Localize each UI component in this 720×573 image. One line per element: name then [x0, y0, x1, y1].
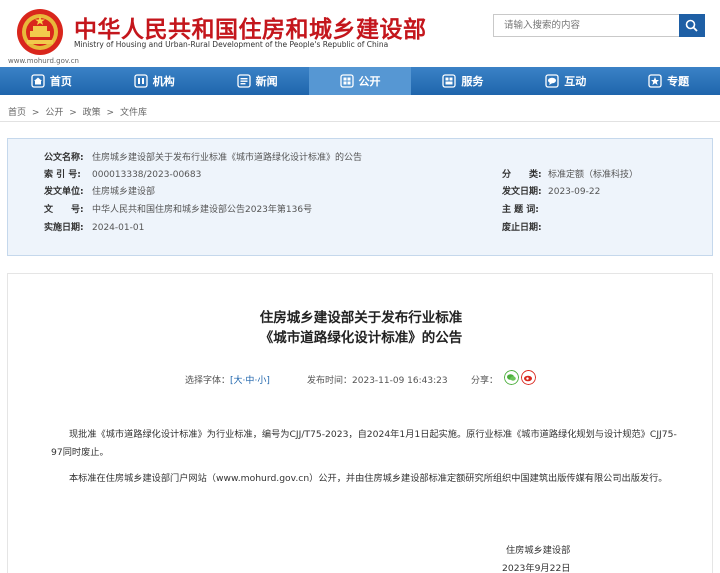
- font-small-link[interactable]: 小: [257, 376, 266, 386]
- nav-label-news: 新闻: [255, 75, 278, 88]
- publish-label: 发布时间：: [307, 376, 353, 386]
- breadcrumb-home[interactable]: 首页: [8, 108, 26, 118]
- info-date-row: 发文日期: 2023-09-22: [502, 184, 600, 197]
- font-size-selector: 选择字体：[大·中·小]: [185, 373, 270, 386]
- info-subject-label: 主 题 词:: [502, 205, 539, 215]
- info-category-label: 分 类:: [502, 170, 542, 180]
- info-effective-label: 实施日期:: [44, 223, 84, 233]
- nav-label-service: 服务: [461, 75, 484, 88]
- font-large-link[interactable]: 大: [234, 376, 243, 386]
- font-size-label: 选择字体：: [185, 376, 231, 386]
- search-icon: [685, 19, 698, 32]
- nav-item-organization[interactable]: 机构: [103, 67, 206, 95]
- service-icon: [442, 74, 457, 88]
- site-url: www.mohurd.gov.cn: [8, 57, 79, 65]
- info-index-label: 索 引 号:: [44, 170, 81, 180]
- info-index-value: 000013338/2023-00683: [92, 170, 202, 180]
- info-issuer-row: 发文单位: 住房城乡建设部: [44, 184, 155, 197]
- document-info-panel: 公文名称: 住房城乡建设部关于发布行业标准《城市道路绿化设计标准》的公告 索 引 …: [7, 138, 713, 256]
- wechat-icon[interactable]: [504, 370, 519, 385]
- breadcrumb-separator: >: [69, 108, 77, 118]
- info-title-label: 公文名称:: [44, 153, 84, 163]
- topic-icon: [648, 74, 662, 88]
- info-title-value: 住房城乡建设部关于发布行业标准《城市道路绿化设计标准》的公告: [92, 153, 363, 163]
- article-signature: 住房城乡建设部: [506, 545, 571, 556]
- breadcrumb: 首页 > 公开 > 政策 > 文件库: [8, 105, 150, 118]
- info-index-row: 索 引 号: 000013338/2023-00683: [44, 167, 201, 180]
- article-paragraph-1: 现批准《城市道路绿化设计标准》为行业标准，编号为CJJ/T75-2023，自20…: [51, 429, 677, 458]
- info-category-row: 分 类: 标准定额（标准科技）: [502, 167, 638, 180]
- search-button[interactable]: [679, 14, 705, 37]
- info-docno-value: 中华人民共和国住房和城乡建设部公告2023年第136号: [92, 205, 313, 215]
- info-repeal-row: 废止日期:: [502, 220, 548, 233]
- article-panel: 住房城乡建设部关于发布行业标准 《城市道路绿化设计标准》的公告 选择字体：[大·…: [7, 273, 713, 573]
- info-subject-row: 主 题 词:: [502, 202, 548, 215]
- article-sign-date: 2023年9月22日: [502, 563, 571, 573]
- breadcrumb-disclosure[interactable]: 公开: [45, 108, 63, 118]
- article-title-line2: 《城市道路绿化设计标准》的公告: [259, 330, 463, 346]
- nav-label-home: 首页: [49, 75, 72, 88]
- publish-info: 发布时间：2023-11-09 16:43:23: [307, 373, 448, 386]
- nav-item-interaction[interactable]: 互动: [514, 67, 617, 95]
- info-effective-row: 实施日期: 2024-01-01: [44, 220, 144, 233]
- info-effective-value: 2024-01-01: [92, 223, 145, 233]
- article-title-line1: 住房城乡建设部关于发布行业标准: [259, 310, 463, 326]
- main-nav: 首页 机构 新闻 公开 服务 互动 专题: [0, 67, 720, 95]
- weibo-icon[interactable]: [521, 370, 536, 385]
- article-paragraph-2: 本标准在住房城乡建设部门户网站（www.mohurd.gov.cn）公开，并由住…: [69, 473, 668, 484]
- info-date-value: 2023-09-22: [548, 187, 601, 197]
- info-docno-row: 文 号: 中华人民共和国住房和城乡建设部公告2023年第136号: [44, 202, 312, 215]
- nav-label-interaction: 互动: [564, 75, 587, 88]
- nav-item-service[interactable]: 服务: [411, 67, 514, 95]
- interaction-icon: [545, 74, 559, 88]
- nav-label-organization: 机构: [152, 75, 175, 88]
- divider: [0, 121, 720, 122]
- font-bracket-close: ]: [266, 376, 270, 386]
- news-icon: [236, 74, 251, 88]
- nav-label-disclosure: 公开: [358, 75, 381, 88]
- breadcrumb-separator: >: [31, 108, 40, 118]
- national-emblem-icon: [17, 9, 63, 55]
- info-issuer-label: 发文单位:: [44, 187, 84, 197]
- nav-item-topic[interactable]: 专题: [617, 67, 720, 95]
- share-label: 分享：: [471, 376, 499, 386]
- info-docno-label: 文 号:: [44, 205, 84, 215]
- info-category-value: 标准定额（标准科技）: [548, 170, 639, 180]
- info-issuer-value: 住房城乡建设部: [92, 187, 156, 197]
- info-date-label: 发文日期:: [502, 187, 542, 197]
- search-input[interactable]: [493, 14, 679, 37]
- nav-item-disclosure[interactable]: 公开: [308, 67, 412, 95]
- organization-icon: [134, 74, 148, 88]
- info-repeal-label: 废止日期:: [502, 223, 542, 233]
- nav-item-home[interactable]: 首页: [0, 67, 103, 95]
- site-title: 中华人民共和国住房和城乡建设部: [74, 17, 427, 43]
- breadcrumb-separator: >: [106, 108, 115, 118]
- home-icon: [31, 74, 45, 88]
- nav-item-news[interactable]: 新闻: [206, 67, 309, 95]
- publish-time: 2023-11-09 16:43:23: [352, 376, 448, 386]
- info-title-row: 公文名称: 住房城乡建设部关于发布行业标准《城市道路绿化设计标准》的公告: [44, 150, 362, 163]
- site-subtitle: Ministry of Housing and Urban-Rural Deve…: [74, 40, 389, 49]
- disclosure-icon: [339, 74, 354, 88]
- breadcrumb-library[interactable]: 文件库: [120, 108, 147, 118]
- nav-label-topic: 专题: [667, 75, 690, 88]
- breadcrumb-policy[interactable]: 政策: [83, 108, 101, 118]
- site-header: 中华人民共和国住房和城乡建设部 Ministry of Housing and …: [0, 0, 720, 67]
